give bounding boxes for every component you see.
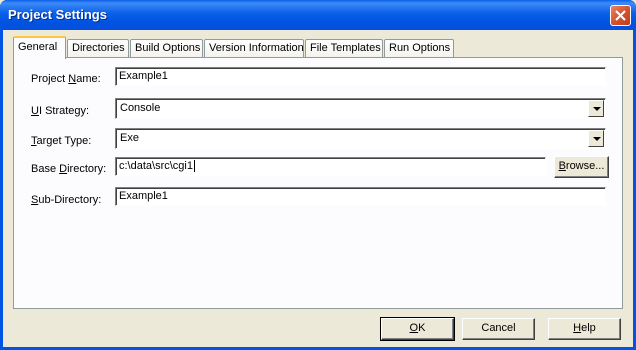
tab-directories[interactable]: Directories <box>67 39 129 57</box>
browse-button[interactable]: Browse... <box>554 156 609 178</box>
dialog-client-area: Project Name: Example1 UI Strategy: Cons… <box>3 30 633 347</box>
ui-strategy-dropdown-button[interactable] <box>588 100 604 117</box>
base-directory-input[interactable]: c:\data\src\cgi1 <box>115 157 546 176</box>
tab-build-options[interactable]: Build Options <box>130 39 203 57</box>
title-bar[interactable]: Project Settings <box>0 0 636 30</box>
sub-directory-input[interactable]: Example1 <box>115 187 606 206</box>
help-button[interactable]: Help <box>548 318 621 340</box>
project-settings-dialog: Project Settings Project Name: Example1 … <box>0 0 636 350</box>
chevron-down-icon <box>593 137 601 141</box>
ui-strategy-label: UI Strategy: <box>31 105 90 117</box>
project-name-label: Project Name: <box>31 73 101 85</box>
tab-run-options[interactable]: Run Options <box>384 39 454 57</box>
tab-general[interactable]: General <box>13 36 66 59</box>
base-directory-label: Base Directory: <box>31 163 107 175</box>
target-type-dropdown-button[interactable] <box>588 130 604 147</box>
sub-directory-label: Sub-Directory: <box>31 194 102 206</box>
project-name-input[interactable]: Example1 <box>115 67 606 86</box>
ok-button[interactable]: OK <box>380 317 455 341</box>
tab-page-general: Project Name: Example1 UI Strategy: Cons… <box>13 57 623 309</box>
close-icon <box>615 10 626 21</box>
window-title: Project Settings <box>8 7 107 22</box>
tab-file-templates[interactable]: File Templates <box>305 39 383 57</box>
target-type-select[interactable]: Exe <box>115 128 606 149</box>
cancel-button[interactable]: Cancel <box>462 318 535 340</box>
text-caret <box>193 160 195 173</box>
target-type-label: Target Type: <box>31 135 92 147</box>
chevron-down-icon <box>593 107 601 111</box>
tab-version-information[interactable]: Version Information <box>204 39 304 57</box>
ui-strategy-select[interactable]: Console <box>115 98 606 119</box>
close-button[interactable] <box>610 5 631 26</box>
